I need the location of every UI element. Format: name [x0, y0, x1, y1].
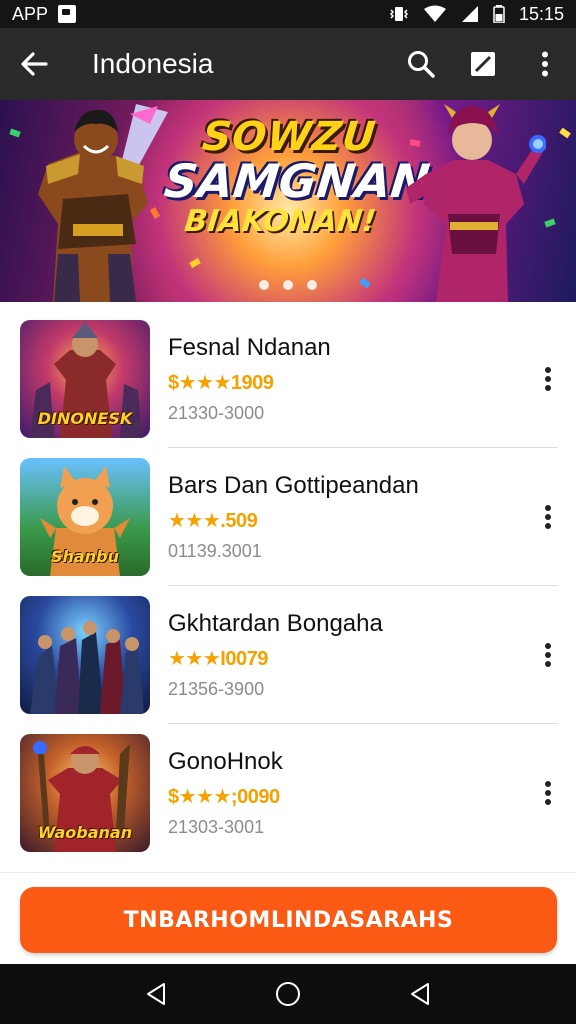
- game-thumbnail-caption: Waobanan: [37, 823, 133, 842]
- game-subtitle: 21303-3001: [168, 817, 265, 837]
- page-title: Indonesia: [92, 48, 214, 79]
- game-rating: $★★★;0090: [168, 786, 280, 808]
- primary-action-button[interactable]: TNBARHOMLINDASARAHS: [20, 887, 557, 953]
- game-subtitle: 21356-3900: [168, 679, 265, 699]
- item-more-button[interactable]: [520, 625, 576, 685]
- nav-home-button[interactable]: [268, 974, 308, 1014]
- nav-home-icon: [276, 982, 300, 1006]
- game-thumbnail: Waobanan: [20, 734, 150, 852]
- list-item[interactable]: Shanbu Bars Dan Gottipeandan ★★★.509 011…: [0, 448, 576, 586]
- battery-icon: [493, 5, 505, 23]
- game-thumbnail: [20, 596, 150, 714]
- item-more-button[interactable]: [520, 349, 576, 409]
- game-title: Gkhtardan Bongaha: [168, 610, 383, 637]
- search-icon: [408, 51, 435, 78]
- cta-container: TNBARHOMLINDASARAHS: [0, 872, 576, 964]
- nav-back-button[interactable]: [136, 974, 176, 1014]
- back-button[interactable]: [0, 28, 68, 100]
- wifi-icon: [423, 5, 446, 22]
- status-bar: APP 15:15: [0, 0, 576, 28]
- game-thumbnail-caption: DINONESK: [37, 409, 133, 428]
- nav-recents-button[interactable]: [400, 974, 440, 1014]
- notification-icon: [58, 5, 77, 23]
- game-rating: ★★★I0079: [168, 648, 268, 670]
- warrior-hero-image: [38, 104, 168, 302]
- list-item[interactable]: Waobanan GonoHnok $★★★;0090 21303-3001: [0, 724, 576, 862]
- more-vert-icon: [542, 51, 548, 77]
- banner-pager[interactable]: [0, 280, 576, 290]
- status-app-label: APP: [12, 3, 49, 24]
- game-rating: $★★★1909: [168, 372, 274, 394]
- pager-dot[interactable]: [307, 280, 317, 290]
- promo-banner[interactable]: SOWZU SAMGNAN BIAKONAN!: [0, 100, 576, 302]
- pager-dot[interactable]: [259, 280, 269, 290]
- nav-back-icon: [147, 983, 165, 1005]
- status-time: 15:15: [518, 3, 564, 24]
- banner-logo-line2: SAMGNAN: [161, 154, 433, 208]
- list-item[interactable]: Gkhtardan Bongaha ★★★I0079 21356-3900: [0, 586, 576, 724]
- game-subtitle: 21330-3000: [168, 403, 265, 423]
- more-vert-icon: [545, 781, 551, 805]
- search-button[interactable]: [390, 28, 452, 100]
- item-more-button[interactable]: [520, 763, 576, 823]
- game-title: Bars Dan Gottipeandan: [168, 472, 419, 499]
- heroine-image: [406, 104, 546, 302]
- overflow-menu-button[interactable]: [514, 28, 576, 100]
- banner-logo: SOWZU SAMGNAN BIAKONAN!: [158, 114, 433, 239]
- app-bar: Indonesia: [0, 28, 576, 100]
- more-vert-icon: [545, 367, 551, 391]
- game-thumbnail: Shanbu: [20, 458, 150, 576]
- game-list: DINONESK Fesnal Ndanan $★★★1909 21330-30…: [0, 310, 576, 862]
- game-rating: ★★★.509: [168, 510, 258, 532]
- back-arrow-icon: [21, 52, 48, 76]
- vibrate-icon: [389, 7, 409, 21]
- system-nav-bar: [0, 964, 576, 1024]
- more-vert-icon: [545, 643, 551, 667]
- game-title: Fesnal Ndanan: [168, 334, 331, 361]
- item-more-button[interactable]: [520, 487, 576, 547]
- more-vert-icon: [545, 505, 551, 529]
- edit-icon: [471, 52, 495, 76]
- nav-recents-icon: [411, 983, 429, 1005]
- banner-logo-line3: BIAKONAN!: [182, 204, 378, 239]
- edit-button[interactable]: [452, 28, 514, 100]
- pager-dot[interactable]: [283, 280, 293, 290]
- list-item[interactable]: DINONESK Fesnal Ndanan $★★★1909 21330-30…: [0, 310, 576, 448]
- signal-icon: [461, 6, 478, 22]
- game-thumbnail: DINONESK: [20, 320, 150, 438]
- game-thumbnail-caption: Shanbu: [51, 547, 119, 566]
- game-title: GonoHnok: [168, 748, 283, 775]
- game-subtitle: 01139.3001: [168, 541, 262, 561]
